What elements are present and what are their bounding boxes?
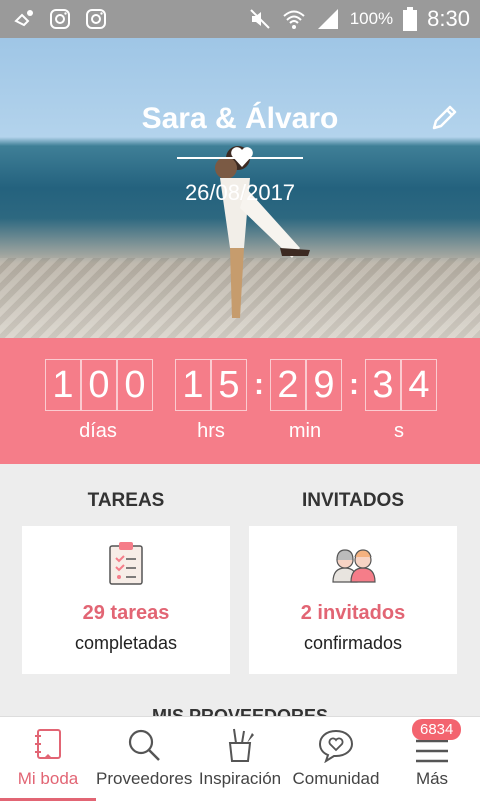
paint-brushes-icon — [228, 728, 254, 762]
instagram-icon — [50, 9, 70, 29]
nav-mi-boda[interactable]: Mi boda — [0, 717, 96, 801]
mute-icon — [249, 9, 270, 29]
guests-count: 2 invitados — [300, 602, 406, 624]
digit: 3 — [365, 359, 401, 411]
digit: 9 — [306, 359, 342, 411]
seconds-digits: 3 4 — [365, 359, 437, 411]
minutes-digits: 2 9 — [270, 359, 342, 411]
wedding-cover-photo: Sara & Álvaro 26/08/2017 — [0, 38, 480, 338]
hours-label: hrs — [197, 420, 225, 442]
search-icon — [128, 729, 160, 761]
digit: 1 — [45, 359, 81, 411]
time-separator: : — [254, 368, 264, 401]
digit: 2 — [270, 359, 306, 411]
tasks-status: completadas — [74, 633, 178, 653]
minutes-label: min — [288, 420, 322, 442]
seconds-label: s — [394, 420, 404, 442]
notification-badge: 6834 — [412, 719, 462, 740]
app-notification-icon — [14, 10, 33, 27]
nav-label: Proveedores — [96, 769, 193, 788]
guests-card[interactable]: 2 invitados confirmados — [249, 526, 457, 674]
guests-status: confirmados — [303, 633, 403, 653]
wedding-date: 26/08/2017 — [184, 180, 296, 205]
status-bar: 100% 8:30 — [0, 0, 480, 38]
nav-label: Comunidad — [292, 769, 380, 788]
edit-pencil-icon[interactable] — [428, 102, 460, 134]
clock: 8:30 — [427, 6, 470, 31]
signal-icon — [317, 9, 338, 29]
tasks-card[interactable]: 29 tareas completadas — [22, 526, 230, 674]
bottom-navigation: Mi boda Proveedores Inspiración Comunida… — [0, 716, 480, 801]
digit: 5 — [211, 359, 247, 411]
time-separator: : — [349, 368, 359, 401]
clipboard-checklist-icon — [109, 542, 143, 585]
guests-heading: INVITADOS — [301, 490, 405, 511]
nav-proveedores[interactable]: Proveedores — [96, 717, 192, 801]
nav-label: Inspiración — [198, 769, 282, 788]
digit: 0 — [81, 359, 117, 411]
couple-names: Sara & Álvaro — [141, 102, 339, 135]
battery-percent: 100% — [349, 9, 394, 28]
instagram-icon — [86, 9, 106, 29]
tasks-count: 29 tareas — [82, 602, 170, 624]
nav-label: Más — [415, 769, 449, 788]
nav-label: Mi boda — [17, 769, 79, 788]
days-digits: 1 0 0 — [45, 359, 153, 411]
wedding-countdown: 1 0 0 1 5 : 2 9 : 3 4 días hrs min s — [0, 338, 480, 464]
wifi-icon — [283, 10, 305, 29]
hours-digits: 1 5 — [175, 359, 247, 411]
nav-comunidad[interactable]: Comunidad — [288, 717, 384, 801]
tasks-heading: TAREAS — [87, 490, 165, 511]
days-label: días — [79, 420, 117, 442]
guests-couple-icon — [332, 549, 376, 583]
digit: 1 — [175, 359, 211, 411]
wedding-notebook-icon — [35, 729, 61, 759]
digit: 4 — [401, 359, 437, 411]
chat-heart-icon — [318, 729, 354, 763]
digit: 0 — [117, 359, 153, 411]
heart-icon — [231, 147, 253, 167]
battery-icon — [403, 7, 418, 31]
nav-inspiracion[interactable]: Inspiración — [192, 717, 288, 801]
